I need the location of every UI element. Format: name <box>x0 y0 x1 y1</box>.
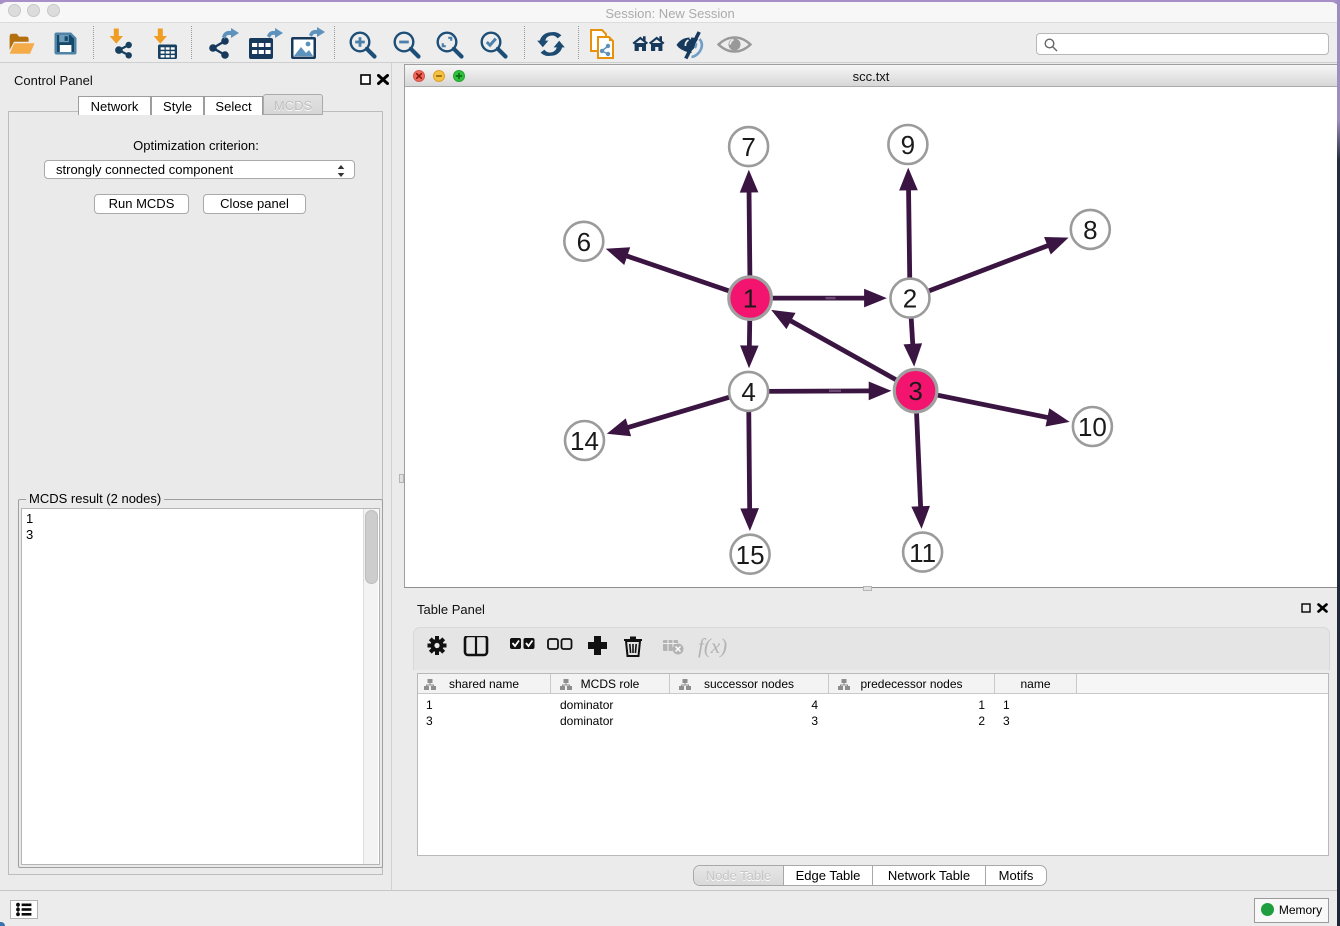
svg-text:7: 7 <box>741 132 755 162</box>
svg-text:3: 3 <box>908 376 922 406</box>
svg-text:f(x): f(x) <box>698 636 727 658</box>
svg-text:6: 6 <box>577 227 591 257</box>
svg-text:14: 14 <box>570 426 599 456</box>
svg-text:2: 2 <box>903 284 917 314</box>
svg-text:11: 11 <box>909 538 936 568</box>
svg-text:15: 15 <box>736 540 765 570</box>
svg-text:8: 8 <box>1083 215 1097 245</box>
svg-text:10: 10 <box>1078 412 1107 442</box>
svg-text:9: 9 <box>901 130 915 160</box>
svg-text:4: 4 <box>741 377 755 407</box>
svg-text:1: 1 <box>743 284 757 314</box>
